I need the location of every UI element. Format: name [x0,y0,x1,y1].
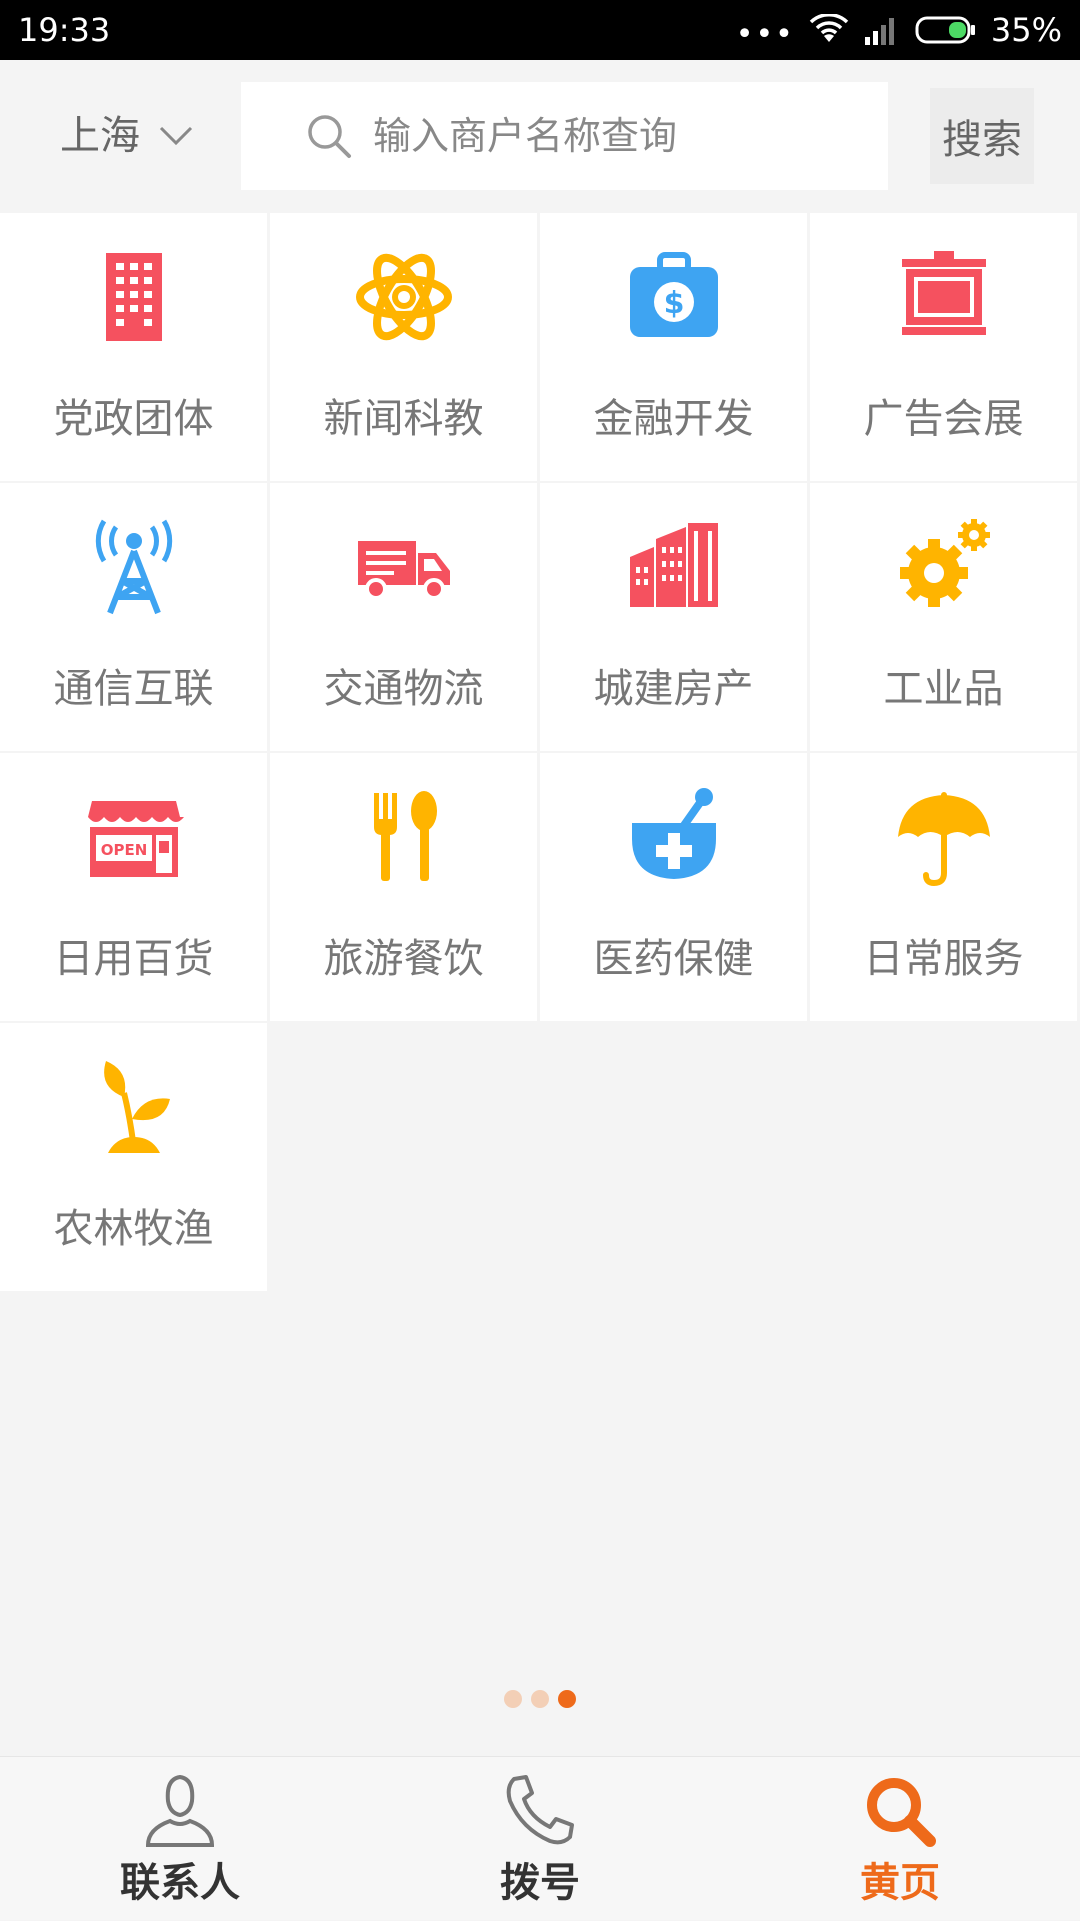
category-label: 农林牧渔 [53,1206,214,1252]
atom-icon [355,253,452,341]
city-label: 上海 [60,113,140,159]
category-label: 城建房产 [593,666,754,712]
category-construction-realestate[interactable]: 城建房产 [540,483,807,751]
category-label: 金融开发 [593,396,754,442]
battery-percent: 35% [990,11,1062,49]
nav-contacts[interactable]: 联系人 [0,1757,360,1921]
category-label: 通信互联 [53,666,214,712]
bottom-navigation: 联系人 拨号 黄页 [0,1756,1080,1920]
billboard-icon [901,251,986,335]
category-medicine-health[interactable]: 医药保健 [540,753,807,1021]
nav-dialer[interactable]: 拨号 [360,1757,720,1921]
category-agriculture[interactable]: 农林牧渔 [0,1023,267,1291]
category-transport-logistics[interactable]: 交通物流 [270,483,537,751]
status-right: ••• 35% [736,8,1062,52]
category-label: 日用百货 [53,936,214,982]
city-buildings-icon [629,523,718,607]
battery-icon [915,16,975,44]
category-label: 旅游餐饮 [323,936,484,982]
category-label: 新闻科教 [323,396,484,442]
medicine-mortar-icon [631,788,716,879]
search-icon [308,115,351,158]
category-telecom-internet[interactable]: 通信互联 [0,483,267,751]
fork-spoon-icon [373,791,437,881]
page-dot[interactable] [531,1690,549,1708]
nav-label: 联系人 [120,1860,240,1906]
gears-icon [899,519,990,607]
nav-label: 拨号 [500,1860,580,1906]
phone-icon [506,1775,574,1845]
category-advertising-exhibition[interactable]: 广告会展 [810,213,1077,481]
office-building-icon [105,253,162,341]
wifi-icon [809,14,849,42]
category-daily-goods[interactable]: OPEN 日用百货 [0,753,267,1021]
page-dot-active[interactable] [558,1690,576,1708]
search-header: 上海 搜索 [0,60,1080,212]
category-label: 广告会展 [863,396,1024,442]
category-label: 工业品 [883,666,1004,712]
category-travel-dining[interactable]: 旅游餐饮 [270,753,537,1021]
category-industrial[interactable]: 工业品 [810,483,1077,751]
search-box[interactable] [241,82,888,190]
category-finance[interactable]: $ 金融开发 [540,213,807,481]
status-bar: 19:33 ••• 35% [0,0,1080,60]
category-label: 交通物流 [323,666,484,712]
search-input[interactable] [371,113,851,159]
city-selector[interactable]: 上海 [60,110,194,162]
category-news-education[interactable]: 新闻科教 [270,213,537,481]
open-sign-text: OPEN [100,841,147,859]
nav-label: 黄页 [860,1860,940,1906]
umbrella-icon [897,792,990,887]
contact-person-icon [145,1774,215,1847]
money-briefcase-icon: $ [629,252,718,337]
nav-yellow-pages[interactable]: 黄页 [720,1757,1080,1921]
search-icon [867,1778,936,1847]
status-time: 19:33 [18,11,111,49]
category-daily-service[interactable]: 日常服务 [810,753,1077,1021]
page-indicator [0,1690,1080,1710]
signal-tower-icon [95,519,172,615]
chevron-down-icon [159,126,193,146]
delivery-truck-icon [357,541,450,600]
svg-text:$: $ [663,286,684,321]
category-party-government[interactable]: 党政团体 [0,213,267,481]
category-label: 日常服务 [863,936,1024,982]
page-dot[interactable] [504,1690,522,1708]
search-button[interactable]: 搜索 [930,88,1034,184]
category-label: 医药保健 [593,936,754,982]
open-shop-icon: OPEN [87,801,184,877]
sprout-icon [103,1061,170,1153]
category-label: 党政团体 [53,396,214,442]
cell-signal-icon [864,18,894,45]
more-notifications-icon: ••• [735,17,795,52]
